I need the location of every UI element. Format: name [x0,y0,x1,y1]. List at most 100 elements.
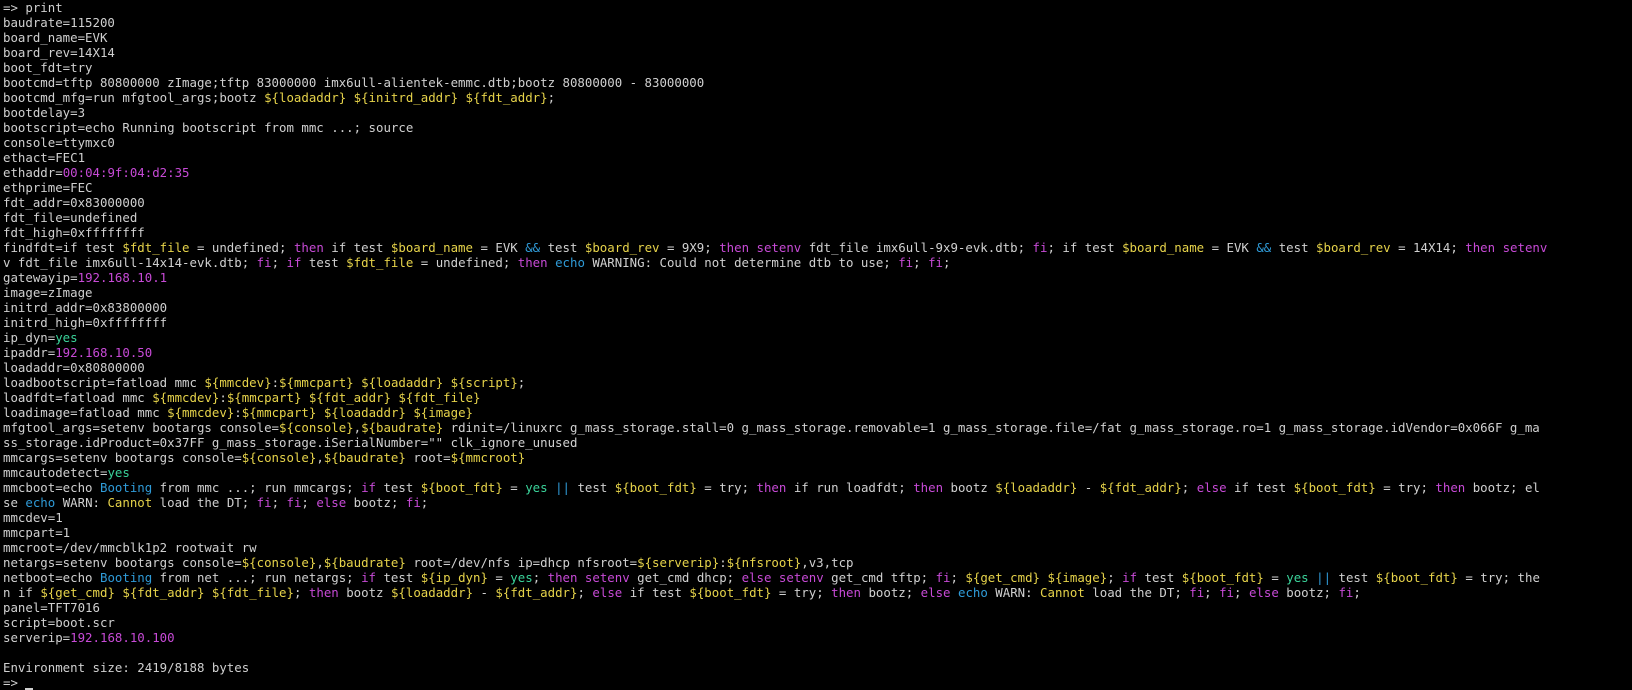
output-line: loadaddr=0x80800000 [3,360,1632,375]
text-segment: = [502,480,526,495]
text-segment: ; [1181,480,1197,495]
output-line: board_rev=14X14 [3,45,1632,60]
text-segment: ethact=FEC1 [3,150,86,165]
text-segment: = try; [696,480,757,495]
text-segment: board_rev=14X14 [3,45,115,60]
text-segment: $fdt_file [346,255,414,270]
output-line: mfgtool_args=setenv bootargs console=${c… [3,420,1632,435]
text-segment: ; [950,570,966,585]
text-segment: fi [256,495,272,510]
text-segment: ${baudrate} [323,555,406,570]
text-segment: echo [957,585,988,600]
text-segment: = EVK [1204,240,1257,255]
text-segment: ; [942,255,951,270]
text-segment: fdt_addr=0x83000000 [3,195,145,210]
text-segment: ; [913,255,929,270]
text-segment: ; [1107,570,1123,585]
text-segment: - [473,585,496,600]
text-segment: = 14X14; [1390,240,1466,255]
text-segment: ${console} [279,420,354,435]
text-segment: else [316,495,347,510]
output-line: fdt_file=undefined [3,210,1632,225]
text-segment: boot_fdt=try [3,60,93,75]
text-segment: mmcboot=echo [3,480,100,495]
text-segment: ; [293,585,309,600]
text-segment: if [361,480,376,495]
text-segment: || [1316,570,1332,585]
text-segment: ${console} [241,555,317,570]
text-segment: bootz; [860,585,921,600]
text-segment: ; [1204,585,1220,600]
text-segment: setenv [756,240,802,255]
text-segment: then [1435,480,1466,495]
output-line: mmcautodetect=yes [3,465,1632,480]
text-segment: 192.168.10.1 [77,270,168,285]
text-segment: ${mmcpart} [226,390,302,405]
terminal-output[interactable]: => print baudrate=115200 board_name=EVK boa… [3,0,1632,690]
text-segment: then [831,585,861,600]
text-segment: ${script} [450,375,518,390]
output-line: bootdelay=3 [3,105,1632,120]
text-segment: get_cmd dhcp; [629,570,742,585]
text-segment: bootz [943,480,996,495]
output-line: loadimage=fatload mmc ${mmcdev}:${mmcpar… [3,405,1632,420]
text-segment: Environment size: 2419/8188 bytes [3,660,250,675]
text-segment: fi [898,255,914,270]
text-segment: ${mmcroot} [450,450,526,465]
text-segment: = [1263,570,1287,585]
text-segment: if test [622,585,690,600]
text-segment: else [1196,480,1227,495]
text-segment: fi [405,495,421,510]
text-segment: , [316,555,324,570]
text-segment: loadbootscript=fatload mmc [3,375,205,390]
text-segment: ${loadaddr} [361,375,444,390]
text-segment: bootdelay=3 [3,105,86,120]
output-line: ethact=FEC1 [3,150,1632,165]
text-segment: loadimage=fatload mmc [3,405,168,420]
text-segment: bootz; [1278,585,1339,600]
text-segment: then [756,480,787,495]
text-segment: || [555,480,570,495]
text-segment: mmcargs=setenv bootargs console= [3,450,242,465]
text-segment: 192.168.10.50 [55,345,153,360]
text-segment [749,240,756,255]
text-segment: ethaddr= [3,165,63,180]
output-line: loadbootscript=fatload mmc ${mmcdev}:${m… [3,375,1632,390]
text-segment: netboot=echo [3,570,100,585]
text-segment: from net ...; run netargs; [152,570,362,585]
text-segment: board_name=EVK [3,30,108,45]
text-segment: : [219,390,227,405]
output-line: mmcdev=1 [3,510,1632,525]
text-segment: ${fdt_addr} [495,585,578,600]
text-segment: fdt_file=undefined [3,210,138,225]
text-segment: then [1465,240,1496,255]
output-line: ethaddr=00:04:9f:04:d2:35 [3,165,1632,180]
text-segment: fi [1219,585,1235,600]
text-segment: gatewayip= [3,270,78,285]
text-segment: Cannot [107,495,153,510]
text-segment: ; [532,570,548,585]
text-segment: then [308,585,339,600]
text-segment: && [525,240,541,255]
text-segment: mmcroot=/dev/mmcblk1p2 rootwait rw [3,540,257,555]
text-segment: mmcpart=1 [3,525,71,540]
text-segment: Cannot [1040,585,1085,600]
text-segment: ${boot_fdt} [689,585,772,600]
text-segment: $fdt_file [122,240,190,255]
text-segment: $board_rev [584,240,660,255]
text-segment: test [1271,240,1317,255]
output-line: fdt_high=0xffffffff [3,225,1632,240]
text-segment: ${boot_fdt} [1293,480,1376,495]
text-segment: echo [555,255,585,270]
text-segment: if [1122,570,1138,585]
text-segment: ${baudrate} [323,450,406,465]
text-segment: bootz [338,585,391,600]
text-segment: bootcmd_mfg=run mfgtool_args;bootz [3,90,265,105]
text-segment: load the DT; [1084,585,1190,600]
text-segment: ${loadaddr} [323,405,406,420]
text-segment: n if [3,585,41,600]
text-segment [548,480,555,495]
text-segment: netargs=setenv bootargs console= [3,555,242,570]
text-segment: setenv [584,570,630,585]
text-segment: fi [1338,585,1354,600]
